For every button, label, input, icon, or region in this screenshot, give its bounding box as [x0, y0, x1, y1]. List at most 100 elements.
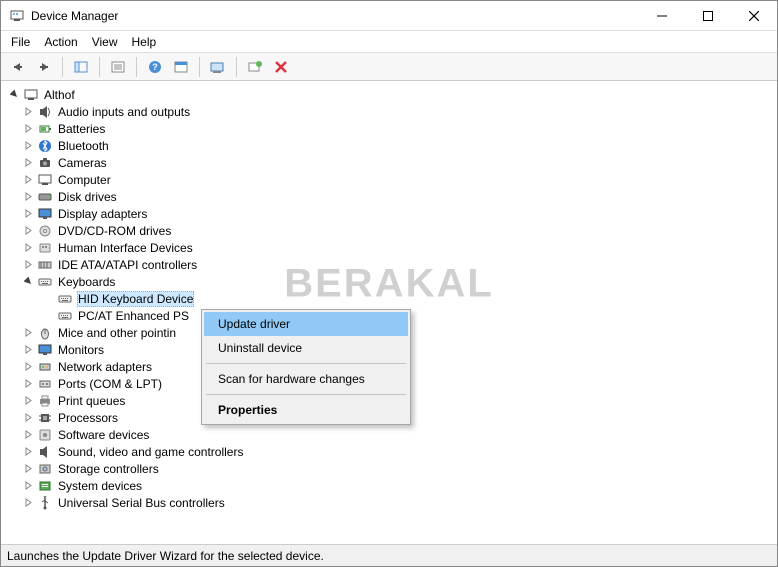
expand-icon[interactable]: [21, 428, 35, 442]
spacer: [41, 292, 55, 306]
svg-text:?: ?: [152, 62, 158, 72]
expand-icon[interactable]: [21, 377, 35, 391]
category-icon: [37, 461, 53, 477]
expand-icon[interactable]: [21, 445, 35, 459]
tree-category[interactable]: Batteries: [1, 120, 777, 137]
collapse-icon[interactable]: [21, 275, 35, 289]
tree-category[interactable]: Keyboards: [1, 273, 777, 290]
category-icon: [37, 359, 53, 375]
menu-view[interactable]: View: [92, 35, 118, 49]
expand-icon[interactable]: [21, 190, 35, 204]
category-icon: [37, 444, 53, 460]
keyboard-icon: [57, 291, 73, 307]
expand-icon[interactable]: [21, 224, 35, 238]
menu-action[interactable]: Action: [44, 35, 77, 49]
category-label: Sound, video and game controllers: [57, 445, 244, 459]
expand-icon[interactable]: [21, 207, 35, 221]
uninstall-button[interactable]: [270, 56, 292, 78]
category-icon: [37, 223, 53, 239]
expand-icon[interactable]: [21, 411, 35, 425]
tree-category[interactable]: System devices: [1, 477, 777, 494]
expand-icon[interactable]: [21, 360, 35, 374]
show-hide-tree-button[interactable]: [70, 56, 92, 78]
context-item-label: Scan for hardware changes: [218, 372, 365, 386]
tree-root-label: Althof: [43, 88, 76, 102]
tree-device[interactable]: HID Keyboard Device: [1, 290, 777, 307]
tree-category[interactable]: Audio inputs and outputs: [1, 103, 777, 120]
expand-icon[interactable]: [21, 462, 35, 476]
category-icon: [37, 189, 53, 205]
category-label: Audio inputs and outputs: [57, 105, 191, 119]
category-icon: [37, 478, 53, 494]
context-update-driver[interactable]: Update driver: [204, 312, 408, 336]
toolbar-separator: [136, 57, 137, 77]
status-text: Launches the Update Driver Wizard for th…: [7, 549, 324, 563]
keyboard-icon: [57, 308, 73, 324]
category-label: Universal Serial Bus controllers: [57, 496, 226, 510]
expand-icon[interactable]: [21, 258, 35, 272]
expand-icon[interactable]: [21, 139, 35, 153]
expand-icon[interactable]: [21, 173, 35, 187]
context-properties[interactable]: Properties: [204, 398, 408, 422]
category-icon: [37, 393, 53, 409]
category-icon: [37, 342, 53, 358]
category-label: Bluetooth: [57, 139, 110, 153]
scan-hardware-button[interactable]: [244, 56, 266, 78]
tree-category[interactable]: Human Interface Devices: [1, 239, 777, 256]
category-icon: [37, 104, 53, 120]
tree-category[interactable]: Disk drives: [1, 188, 777, 205]
expand-icon[interactable]: [21, 326, 35, 340]
tree-category[interactable]: Universal Serial Bus controllers: [1, 494, 777, 511]
expand-icon[interactable]: [21, 343, 35, 357]
category-icon: [37, 121, 53, 137]
statusbar: Launches the Update Driver Wizard for th…: [1, 544, 777, 566]
category-label: Cameras: [57, 156, 108, 170]
update-driver-button[interactable]: [207, 56, 229, 78]
maximize-button[interactable]: [685, 1, 731, 31]
category-label: Computer: [57, 173, 112, 187]
context-scan-hardware[interactable]: Scan for hardware changes: [204, 367, 408, 391]
toolbar-separator: [199, 57, 200, 77]
menu-help[interactable]: Help: [132, 35, 157, 49]
collapse-icon[interactable]: [7, 88, 21, 102]
forward-button[interactable]: [33, 56, 55, 78]
close-button[interactable]: [731, 1, 777, 31]
category-label: Processors: [57, 411, 119, 425]
help-button[interactable]: ?: [144, 56, 166, 78]
expand-icon[interactable]: [21, 105, 35, 119]
category-label: Display adapters: [57, 207, 148, 221]
tree-category[interactable]: Cameras: [1, 154, 777, 171]
tree-category[interactable]: Computer: [1, 171, 777, 188]
tree-category[interactable]: Software devices: [1, 426, 777, 443]
category-label: IDE ATA/ATAPI controllers: [57, 258, 198, 272]
action-button[interactable]: [170, 56, 192, 78]
minimize-button[interactable]: [639, 1, 685, 31]
expand-icon[interactable]: [21, 156, 35, 170]
tree-category[interactable]: Storage controllers: [1, 460, 777, 477]
category-icon: [37, 240, 53, 256]
category-label: Disk drives: [57, 190, 118, 204]
expand-icon[interactable]: [21, 241, 35, 255]
tree-category[interactable]: IDE ATA/ATAPI controllers: [1, 256, 777, 273]
device-label: HID Keyboard Device: [77, 291, 194, 307]
context-item-label: Update driver: [218, 317, 290, 331]
tree-category[interactable]: Bluetooth: [1, 137, 777, 154]
tree-category[interactable]: Display adapters: [1, 205, 777, 222]
category-label: Storage controllers: [57, 462, 160, 476]
expand-icon[interactable]: [21, 122, 35, 136]
context-menu: Update driver Uninstall device Scan for …: [201, 309, 411, 425]
window-controls: [639, 1, 777, 31]
context-uninstall-device[interactable]: Uninstall device: [204, 336, 408, 360]
back-button[interactable]: [7, 56, 29, 78]
tree-root[interactable]: Althof: [1, 86, 777, 103]
category-icon: [37, 155, 53, 171]
tree-category[interactable]: Sound, video and game controllers: [1, 443, 777, 460]
category-label: System devices: [57, 479, 143, 493]
menu-file[interactable]: File: [11, 35, 30, 49]
tree-category[interactable]: DVD/CD-ROM drives: [1, 222, 777, 239]
category-icon: [37, 172, 53, 188]
expand-icon[interactable]: [21, 496, 35, 510]
properties-button[interactable]: [107, 56, 129, 78]
expand-icon[interactable]: [21, 394, 35, 408]
expand-icon[interactable]: [21, 479, 35, 493]
